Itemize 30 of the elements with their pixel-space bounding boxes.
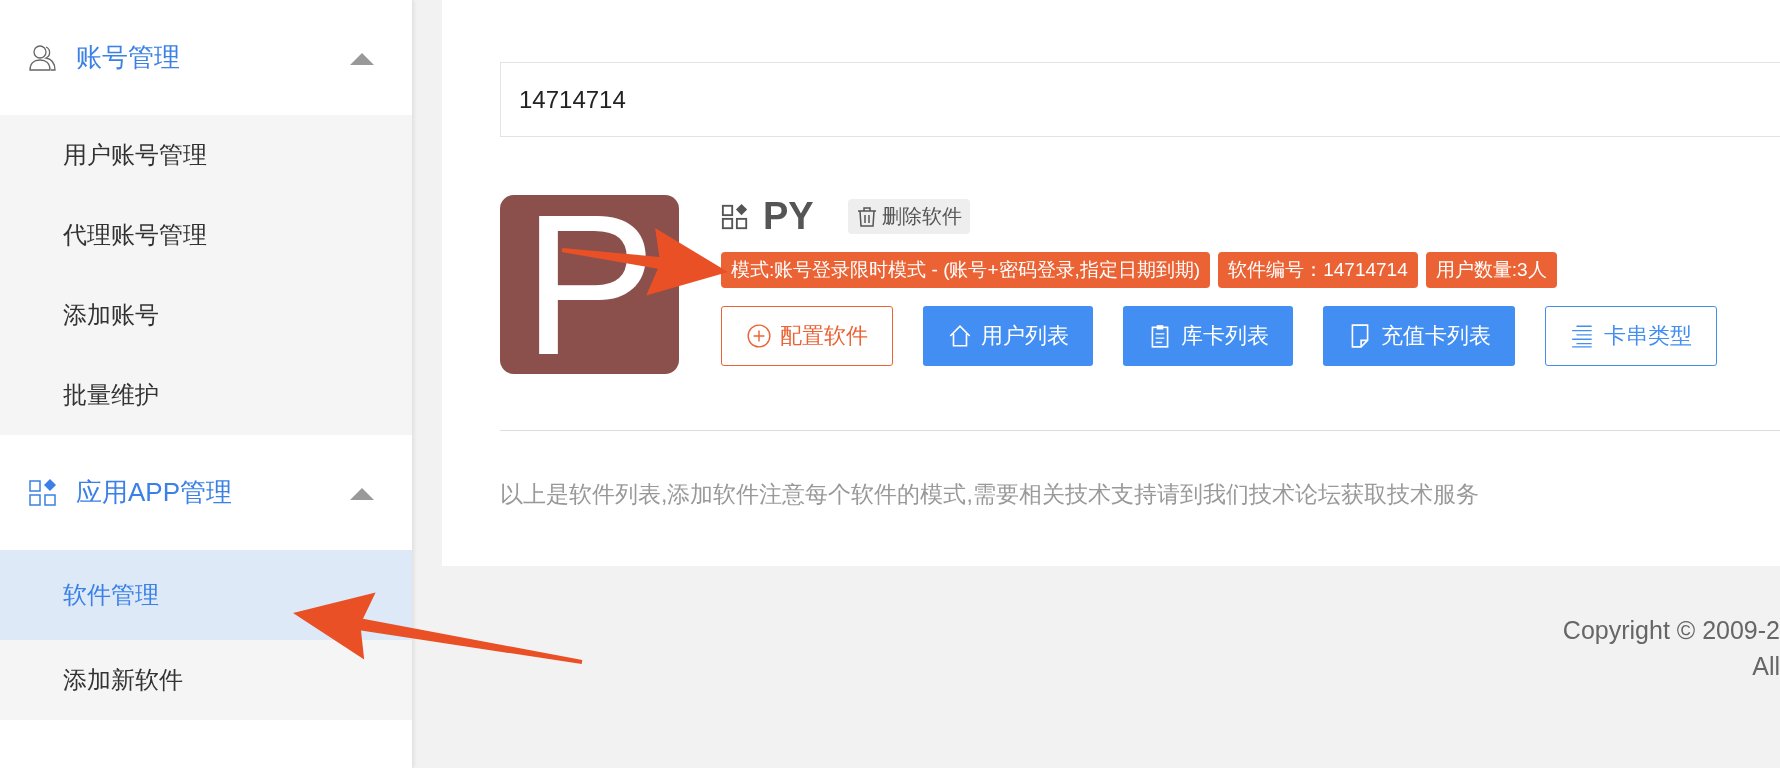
action-button[interactable]: 卡串类型	[1545, 306, 1717, 366]
menu-group-label[interactable]: 应用APP管理	[76, 475, 332, 510]
info-tag: 模式:账号登录限时模式 - (账号+密码登录,指定日期到期)	[721, 252, 1211, 288]
sidebar-item[interactable]: 添加账号	[0, 275, 412, 355]
menu-group-label[interactable]: 账号管理	[76, 40, 332, 75]
action-button[interactable]: 用户列表	[923, 306, 1093, 366]
info-tag: 用户数量:3人	[1425, 252, 1557, 288]
sidebar-item[interactable]: 添加新软件	[0, 640, 412, 720]
user-icon	[28, 42, 58, 73]
action-button[interactable]: 配置软件	[721, 306, 893, 366]
apps-icon	[28, 477, 58, 508]
trash-icon	[855, 205, 878, 228]
search-field[interactable]: 14714714	[500, 62, 1780, 137]
sidebar-item[interactable]: 批量维护	[0, 355, 412, 435]
sidebar-item[interactable]: 代理账号管理	[0, 195, 412, 275]
software-name: PY	[763, 195, 814, 238]
copyright-text: All	[1752, 652, 1780, 680]
sidebar-item[interactable]: 用户账号管理	[0, 115, 412, 195]
sidebar-item[interactable]: 软件管理	[0, 550, 412, 640]
caret-icon[interactable]	[350, 485, 374, 500]
action-button[interactable]: 充值卡列表	[1323, 306, 1515, 366]
caret-icon[interactable]	[350, 50, 374, 65]
plus-circle-icon	[746, 323, 772, 349]
copyright-text: Copyright © 2009-2	[1562, 616, 1780, 644]
action-button[interactable]: 库卡列表	[1123, 306, 1293, 366]
apps-icon	[721, 202, 749, 231]
note-text: 以上是软件列表,添加软件注意每个软件的模式,需要相关技术支持请到我们技术论坛获取技术服务	[500, 480, 1480, 509]
delete-software-button[interactable]: 删除软件	[847, 199, 970, 234]
house-icon	[947, 323, 973, 349]
info-tag: 软件编号：14714714	[1218, 252, 1418, 288]
